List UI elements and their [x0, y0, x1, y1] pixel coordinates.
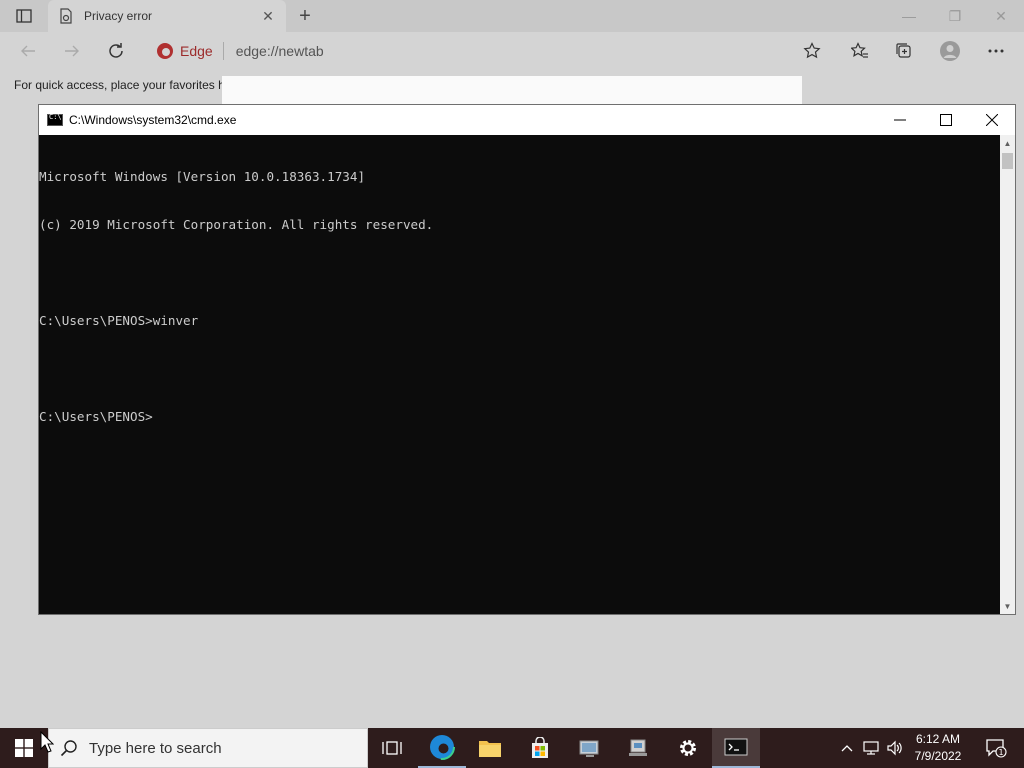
- site-label: Edge: [180, 42, 224, 60]
- collections-icon[interactable]: [890, 38, 918, 64]
- mouse-cursor-icon: [40, 730, 55, 756]
- favorites-hint: For quick access, place your favorites h: [14, 78, 224, 92]
- scroll-thumb[interactable]: [1002, 153, 1013, 169]
- network-icon[interactable]: [860, 728, 882, 768]
- scroll-down-icon[interactable]: ▼: [1000, 598, 1015, 614]
- close-icon[interactable]: ✕: [978, 0, 1024, 32]
- privacy-warning-icon: [58, 8, 74, 24]
- tab-title: Privacy error: [84, 9, 153, 23]
- favorites-icon[interactable]: [846, 38, 874, 64]
- taskbar: Type here to search 6:12 AM 7/9/2022 1: [0, 728, 1024, 768]
- console-output[interactable]: Microsoft Windows [Version 10.0.18363.17…: [39, 135, 1000, 614]
- refresh-icon[interactable]: [102, 38, 130, 64]
- search-icon: [49, 739, 89, 757]
- vertical-scrollbar[interactable]: ▲ ▼: [1000, 135, 1015, 614]
- browser-window-controls: — ❐ ✕: [886, 0, 1024, 32]
- file-explorer-icon[interactable]: [466, 728, 514, 768]
- new-tab-button[interactable]: +: [292, 4, 318, 28]
- cmd-title: C:\Windows\system32\cmd.exe: [69, 113, 237, 127]
- tab-actions-icon[interactable]: [10, 6, 38, 26]
- console-line: Microsoft Windows [Version 10.0.18363.17…: [39, 169, 366, 184]
- close-tab-icon[interactable]: ✕: [260, 8, 276, 24]
- cmd-title-bar[interactable]: C:\Windows\system32\cmd.exe: [39, 105, 1015, 135]
- edge-taskbar-icon[interactable]: [418, 728, 466, 768]
- tab-bar: Privacy error ✕ + — ❐ ✕: [0, 0, 1024, 32]
- address-bar[interactable]: Edge edge://newtab: [146, 37, 828, 65]
- settings-gear-icon[interactable]: [664, 728, 712, 768]
- clock-time: 6:12 AM: [915, 732, 961, 746]
- console-line: (c) 2019 Microsoft Corporation. All righ…: [39, 217, 434, 232]
- console-line: C:\Users\PENOS>winver: [39, 313, 199, 328]
- cmd-window: C:\Windows\system32\cmd.exe Microsoft Wi…: [38, 104, 1016, 615]
- action-center-button[interactable]: 1: [980, 728, 1012, 768]
- close-icon[interactable]: [969, 105, 1015, 135]
- restore-icon[interactable]: ❐: [932, 0, 978, 32]
- taskbar-search[interactable]: Type here to search: [48, 728, 368, 768]
- network-app-icon[interactable]: [614, 728, 662, 768]
- back-icon[interactable]: [14, 38, 42, 64]
- task-view-icon[interactable]: [368, 728, 416, 768]
- maximize-icon[interactable]: [923, 105, 969, 135]
- tab-privacy-error[interactable]: Privacy error ✕: [48, 0, 286, 32]
- minimize-icon[interactable]: —: [886, 0, 932, 32]
- windows-logo-icon: [15, 739, 33, 757]
- clock-date: 7/9/2022: [914, 749, 962, 763]
- cmd-icon: [47, 113, 63, 126]
- edge-logo-icon: [157, 43, 173, 59]
- add-favorite-icon[interactable]: [798, 38, 826, 64]
- scroll-up-icon[interactable]: ▲: [1000, 135, 1015, 151]
- console-prompt[interactable]: C:\Users\PENOS>: [39, 409, 1000, 425]
- cmd-taskbar-icon[interactable]: [712, 728, 760, 768]
- new-tab-page-panel: [222, 76, 802, 106]
- browser-toolbar: Edge edge://newtab: [0, 32, 1024, 70]
- volume-icon[interactable]: [884, 728, 906, 768]
- more-options-icon[interactable]: [982, 38, 1010, 64]
- minimize-icon[interactable]: [877, 105, 923, 135]
- url-text[interactable]: edge://newtab: [236, 43, 324, 59]
- forward-icon[interactable]: [58, 38, 86, 64]
- system-clock[interactable]: 6:12 AM 7/9/2022: [908, 731, 968, 765]
- microsoft-store-icon[interactable]: [516, 728, 564, 768]
- show-hidden-icons-icon[interactable]: [836, 728, 858, 768]
- profile-avatar[interactable]: [936, 38, 964, 64]
- cmd-window-controls: [877, 105, 1015, 135]
- search-placeholder: Type here to search: [89, 739, 222, 757]
- system-info-app-icon[interactable]: [566, 728, 614, 768]
- notification-count: 1: [998, 748, 1003, 757]
